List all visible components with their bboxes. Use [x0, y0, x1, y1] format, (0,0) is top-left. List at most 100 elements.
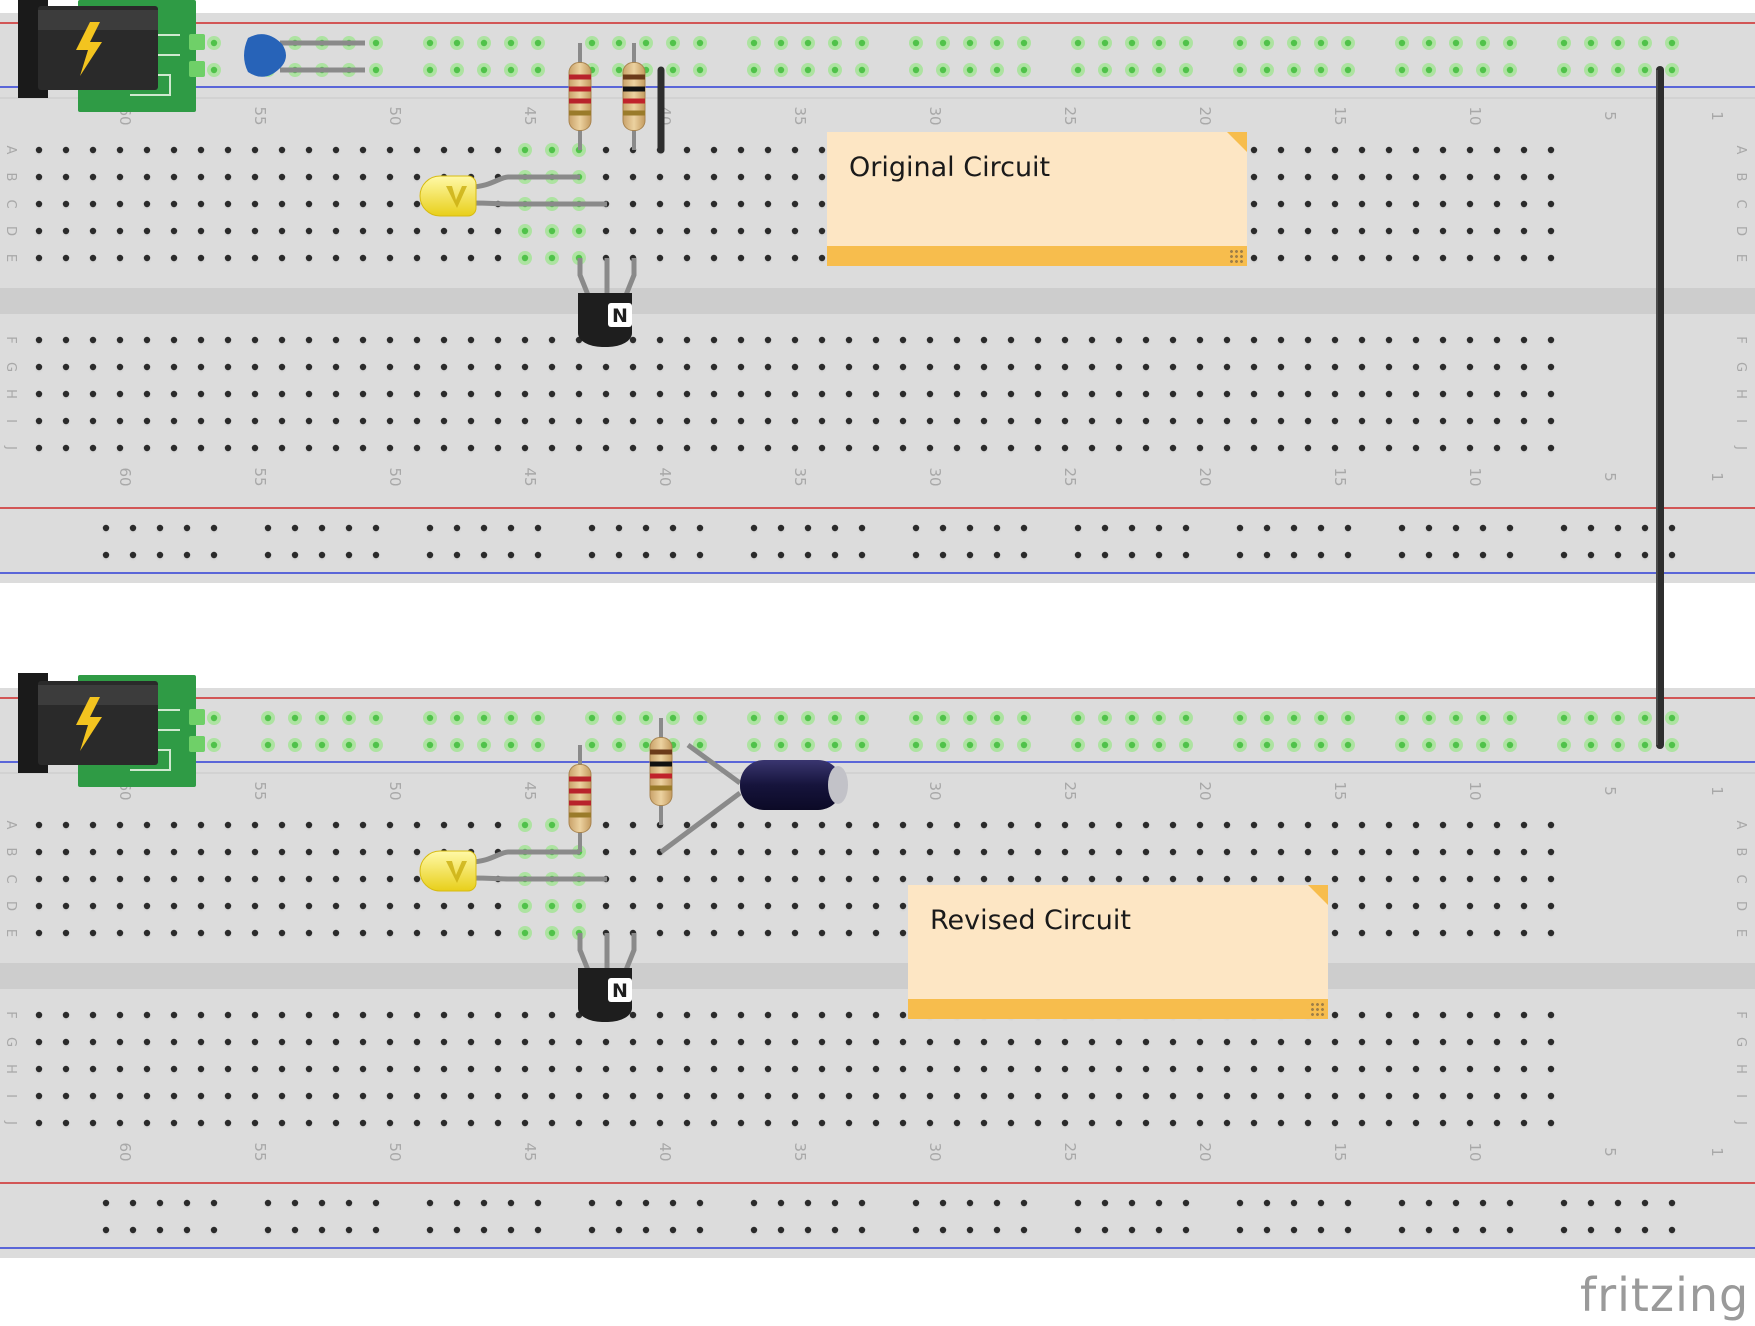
breadboard-hole [1142, 363, 1150, 371]
breadboard-hole [912, 1199, 920, 1207]
breadboard-hole [777, 39, 785, 47]
breadboard-hole [1493, 146, 1501, 154]
breadboard-hole [980, 336, 988, 344]
breadboard-hole [1331, 146, 1339, 154]
breadboard-hole [89, 173, 97, 181]
jack-pin [189, 61, 205, 77]
breadboard-hole [669, 66, 677, 74]
breadboard-hole [440, 902, 448, 910]
breadboard-hole [1668, 39, 1676, 47]
breadboard-hole [1358, 902, 1366, 910]
resize-grip-icon[interactable] [1310, 1002, 1324, 1016]
breadboard-hole [899, 336, 907, 344]
breadboard-hole [1331, 848, 1339, 856]
breadboard-hole [1493, 227, 1501, 235]
breadboard-hole [1250, 875, 1258, 883]
breadboard-hole [251, 227, 259, 235]
breadboard-hole [440, 417, 448, 425]
breadboard-hole [791, 1119, 799, 1127]
breadboard-hole [359, 821, 367, 829]
breadboard-hole [629, 200, 637, 208]
breadboard-hole [1061, 363, 1069, 371]
breadboard-hole [89, 875, 97, 883]
column-number: 45 [521, 106, 539, 125]
breadboard-hole [588, 1199, 596, 1207]
breadboard-hole [1317, 1226, 1325, 1234]
breadboard-hole [1358, 1038, 1366, 1046]
column-number: 10 [1466, 1142, 1484, 1161]
row-letter: I [1733, 1094, 1748, 1098]
note-revised-circuit[interactable]: Revised Circuit [908, 885, 1328, 1019]
breadboard-hole [1425, 1226, 1433, 1234]
breadboard-hole [143, 417, 151, 425]
breadboard-hole [899, 1119, 907, 1127]
breadboard-hole [1304, 200, 1312, 208]
breadboard-hole [1344, 1199, 1352, 1207]
breadboard-hole [143, 1011, 151, 1019]
breadboard-hole [656, 173, 664, 181]
breadboard-hole [710, 1092, 718, 1100]
breadboard-hole [170, 227, 178, 235]
breadboard-hole [1385, 146, 1393, 154]
breadboard-hole [1520, 363, 1528, 371]
breadboard-hole [858, 524, 866, 532]
breadboard-hole [1088, 821, 1096, 829]
resize-grip-icon[interactable] [1229, 249, 1243, 263]
breadboard-hole [831, 1226, 839, 1234]
breadboard-hole [1412, 417, 1420, 425]
breadboard-hole [440, 227, 448, 235]
breadboard-hole [1074, 551, 1082, 559]
breadboard-hole [1074, 714, 1082, 722]
breadboard-hole [1007, 1119, 1015, 1127]
breadboard-hole [683, 848, 691, 856]
breadboard-hole [845, 417, 853, 425]
breadboard-hole [926, 417, 934, 425]
column-number: 50 [386, 106, 404, 125]
breadboard-hole [35, 1119, 43, 1127]
breadboard-hole [1020, 741, 1028, 749]
breadboard-hole [197, 848, 205, 856]
breadboard-hole [1385, 1119, 1393, 1127]
column-number: 1 [1708, 111, 1726, 121]
breadboard-hole [305, 390, 313, 398]
breadboard-hole [143, 875, 151, 883]
breadboard-hole [1317, 524, 1325, 532]
breadboard-hole [710, 417, 718, 425]
breadboard-hole [197, 363, 205, 371]
breadboard-hole [534, 39, 542, 47]
note-original-circuit[interactable]: Original Circuit [827, 132, 1247, 266]
breadboard-hole [521, 1011, 529, 1019]
breadboard-hole [413, 146, 421, 154]
breadboard-hole [116, 902, 124, 910]
breadboard-hole [251, 363, 259, 371]
breadboard-hole [1061, 336, 1069, 344]
breadboard-hole [197, 336, 205, 344]
breadboard-hole [480, 551, 488, 559]
breadboard-hole [1331, 902, 1339, 910]
breadboard-hole [224, 875, 232, 883]
breadboard-hole [1506, 66, 1514, 74]
breadboard-hole [507, 551, 515, 559]
breadboard-hole [1223, 363, 1231, 371]
breadboard-hole [1466, 1092, 1474, 1100]
breadboard-hole [696, 741, 704, 749]
breadboard-hole [521, 417, 529, 425]
breadboard-hole [588, 1226, 596, 1234]
breadboard-hole [1142, 848, 1150, 856]
breadboard-hole [264, 524, 272, 532]
breadboard-hole [278, 929, 286, 937]
breadboard-hole [170, 1119, 178, 1127]
breadboard-hole [1304, 363, 1312, 371]
breadboard-hole [1506, 551, 1514, 559]
breadboard-hole [467, 1065, 475, 1073]
breadboard-hole [1317, 714, 1325, 722]
breadboard-hole [35, 848, 43, 856]
breadboard-hole [764, 1092, 772, 1100]
breadboard-hole [629, 902, 637, 910]
breadboard-hole [1331, 929, 1339, 937]
breadboard-hole [251, 390, 259, 398]
breadboard-hole [1007, 1065, 1015, 1073]
breadboard-hole [1614, 39, 1622, 47]
breadboard-hole [1223, 1038, 1231, 1046]
breadboard-hole [683, 390, 691, 398]
